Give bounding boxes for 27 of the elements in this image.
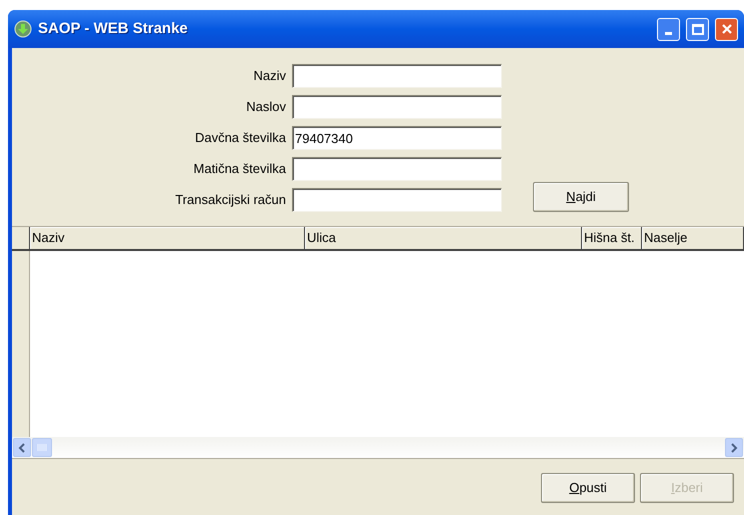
app-icon xyxy=(14,20,32,38)
grip-icon xyxy=(37,444,47,451)
close-button[interactable] xyxy=(715,18,738,40)
column-header[interactable]: Naselje xyxy=(642,227,744,249)
column-header[interactable]: Naziv xyxy=(30,227,305,249)
window-title: SAOP - WEB Stranke xyxy=(38,18,189,39)
field-label: Naziv xyxy=(252,67,286,86)
text-field[interactable] xyxy=(292,64,502,88)
text-field[interactable]: 79407340 xyxy=(292,126,502,150)
text-field[interactable] xyxy=(292,95,502,119)
field-label: Matična številka xyxy=(192,160,286,178)
dialog-button[interactable]: Opusti xyxy=(541,473,635,503)
maximize-button[interactable] xyxy=(686,18,709,40)
column-header[interactable]: Ulica xyxy=(305,227,582,249)
column-header[interactable]: Hišna št. xyxy=(582,227,642,249)
scroll-right-button[interactable] xyxy=(725,438,743,457)
search-button[interactable]: Najdi xyxy=(533,182,629,212)
horizontal-scrollbar[interactable] xyxy=(12,437,744,458)
field-label: Davčna številka xyxy=(194,129,286,148)
close-icon xyxy=(720,23,732,35)
scroll-left-button[interactable] xyxy=(13,438,31,457)
text-field[interactable] xyxy=(292,188,502,212)
field-label: Naslov xyxy=(245,98,286,116)
scroll-thumb[interactable] xyxy=(32,438,52,457)
minimize-button[interactable] xyxy=(657,18,680,40)
field-label: Transakcijski račun xyxy=(174,191,286,210)
text-field[interactable] xyxy=(292,157,502,181)
